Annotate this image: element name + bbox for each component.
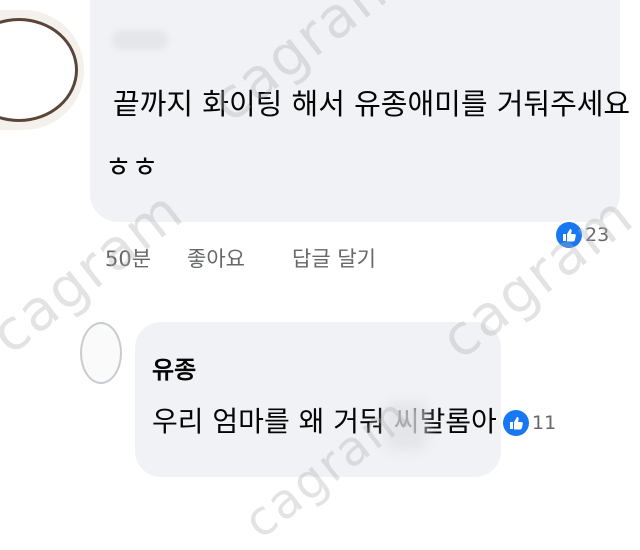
thumbs-up-icon [556, 222, 582, 248]
reply-button[interactable]: 답글 달기 [292, 243, 376, 273]
comment-reaction-count[interactable]: 23 [556, 222, 609, 248]
avatar-image [0, 18, 78, 122]
reply-like-count: 11 [532, 412, 557, 434]
like-button[interactable]: 좋아요 [187, 243, 245, 273]
replier-avatar[interactable] [80, 322, 122, 384]
thumbs-up-icon [503, 410, 529, 436]
reply-bubble [135, 322, 501, 477]
comment-text-line2: ㅎㅎ [105, 150, 159, 184]
reply-author-name[interactable]: 유종 [152, 350, 196, 385]
comment-timestamp[interactable]: 50분 [105, 243, 151, 273]
comment-like-count: 23 [585, 224, 610, 246]
reply-reaction-count[interactable]: 11 [503, 410, 556, 436]
commenter-avatar[interactable] [0, 10, 84, 130]
censor-blur [385, 402, 427, 450]
blurred-commenter-name[interactable] [112, 30, 168, 50]
reply-text: 우리 엄마를 왜 거둬 씨발롬아 [152, 405, 497, 438]
comment-text-line1: 끝까지 화이팅 해서 유종애미를 거둬주세요 [113, 87, 631, 121]
